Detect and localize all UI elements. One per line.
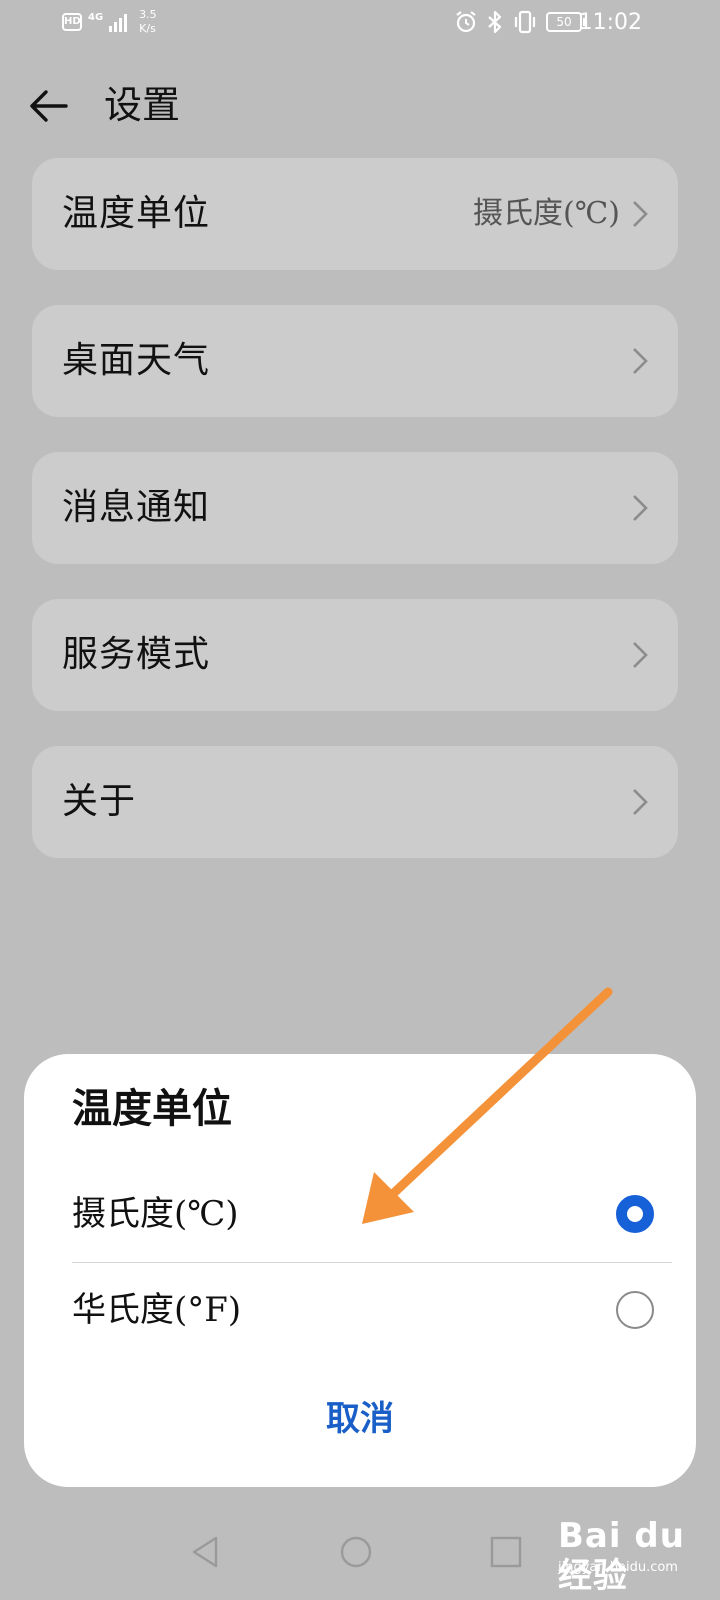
annotation-arrow-icon	[362, 987, 613, 1224]
chevron-right-icon	[633, 348, 648, 374]
dialog-title: 温度单位	[72, 1085, 232, 1132]
setting-desktop-weather[interactable]: 桌面天气	[32, 305, 678, 417]
alarm-icon	[456, 11, 476, 33]
nav-recents-icon[interactable]	[486, 1532, 526, 1572]
watermark-site: jingyan.baidu.com	[558, 1560, 678, 1575]
radio-unselected-icon[interactable]	[616, 1291, 654, 1329]
setting-about[interactable]: 关于	[32, 746, 678, 858]
watermark-brand: Bai du 经验	[558, 1516, 685, 1596]
chevron-right-icon	[633, 789, 648, 815]
network-type: 4G	[88, 11, 104, 23]
hd-badge: HD	[62, 13, 82, 31]
chevron-right-icon	[633, 642, 648, 668]
setting-label: 服务模式	[62, 634, 211, 675]
nav-home-icon[interactable]	[336, 1532, 376, 1572]
arrow-left-icon[interactable]	[26, 84, 70, 128]
setting-temperature-unit[interactable]: 温度单位 摄氏度(℃)	[32, 158, 678, 270]
setting-service-mode[interactable]: 服务模式	[32, 599, 678, 711]
status-left-group: HD 4G 3.5 K/s	[62, 8, 157, 36]
setting-label: 桌面天气	[62, 340, 211, 381]
settings-list: 温度单位 摄氏度(℃) 桌面天气 消息通知 服务模式 关于	[32, 158, 678, 893]
option-fahrenheit[interactable]: 华氏度(°F)	[72, 1262, 672, 1358]
chevron-right-icon	[633, 201, 648, 227]
battery-icon: 50	[546, 12, 586, 32]
title-bar: 设置	[0, 70, 720, 140]
option-label: 华氏度(°F)	[72, 1290, 242, 1330]
setting-label: 消息通知	[62, 487, 211, 528]
net-speed: 3.5 K/s	[139, 8, 157, 36]
setting-value: 摄氏度(℃)	[473, 196, 620, 231]
net-speed-unit: K/s	[139, 22, 156, 35]
page-title: 设置	[104, 83, 181, 127]
status-time: 11:02	[578, 10, 642, 35]
vibrate-icon	[514, 10, 536, 34]
status-bar: HD 4G 3.5 K/s 50 11:02	[0, 0, 720, 48]
signal-icon	[109, 12, 128, 32]
status-right-icons: 50	[454, 10, 586, 34]
setting-label: 关于	[62, 781, 137, 822]
setting-notifications[interactable]: 消息通知	[32, 452, 678, 564]
bluetooth-icon	[488, 10, 502, 34]
option-label: 摄氏度(℃)	[72, 1194, 239, 1234]
net-speed-value: 3.5	[139, 8, 157, 21]
nav-back-icon[interactable]	[186, 1532, 226, 1572]
radio-selected-icon[interactable]	[616, 1195, 654, 1233]
chevron-right-icon	[633, 495, 648, 521]
baidu-jingyan-watermark: Bai du 经验 jingyan.baidu.com	[558, 1516, 688, 1596]
cancel-button[interactable]: 取消	[24, 1394, 696, 1444]
setting-label: 温度单位	[62, 193, 211, 234]
